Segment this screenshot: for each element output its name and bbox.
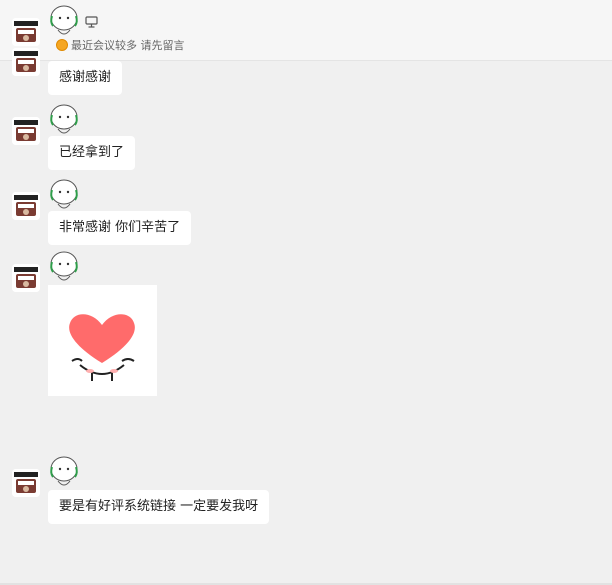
cartoon-face-avatar[interactable] [46, 250, 80, 286]
sender-photo-avatar[interactable] [12, 48, 40, 76]
status-text: 最近会议较多 请先留言 [71, 39, 185, 52]
message-text: 感谢感谢 [59, 70, 112, 85]
cartoon-face-avatar[interactable] [46, 455, 80, 491]
monitor-icon [85, 16, 98, 28]
heart-sticker-icon [69, 314, 135, 381]
cartoon-face-avatar[interactable] [46, 103, 80, 139]
message-bubble[interactable]: 非常感谢 你们辛苦了 [48, 211, 192, 245]
sender-photo-avatar[interactable] [12, 117, 40, 145]
message-text: 已经拿到了 [59, 145, 125, 160]
message-bubble[interactable]: 要是有好评系统链接 一定要发我呀 [48, 490, 270, 524]
message-bubble[interactable]: 已经拿到了 [48, 136, 136, 170]
sticker-message[interactable] [48, 285, 157, 396]
message-text: 要是有好评系统链接 一定要发我呀 [59, 499, 259, 514]
sender-photo-avatar[interactable] [12, 264, 40, 292]
message-bubble[interactable]: 感谢感谢 [48, 61, 123, 95]
cartoon-face-avatar[interactable] [46, 178, 80, 214]
message-text: 非常感谢 你们辛苦了 [59, 220, 181, 235]
chat-header: 最近会议较多 请先留言 [0, 0, 612, 61]
sender-photo-avatar[interactable] [12, 192, 40, 220]
sender-photo-avatar[interactable] [12, 469, 40, 497]
